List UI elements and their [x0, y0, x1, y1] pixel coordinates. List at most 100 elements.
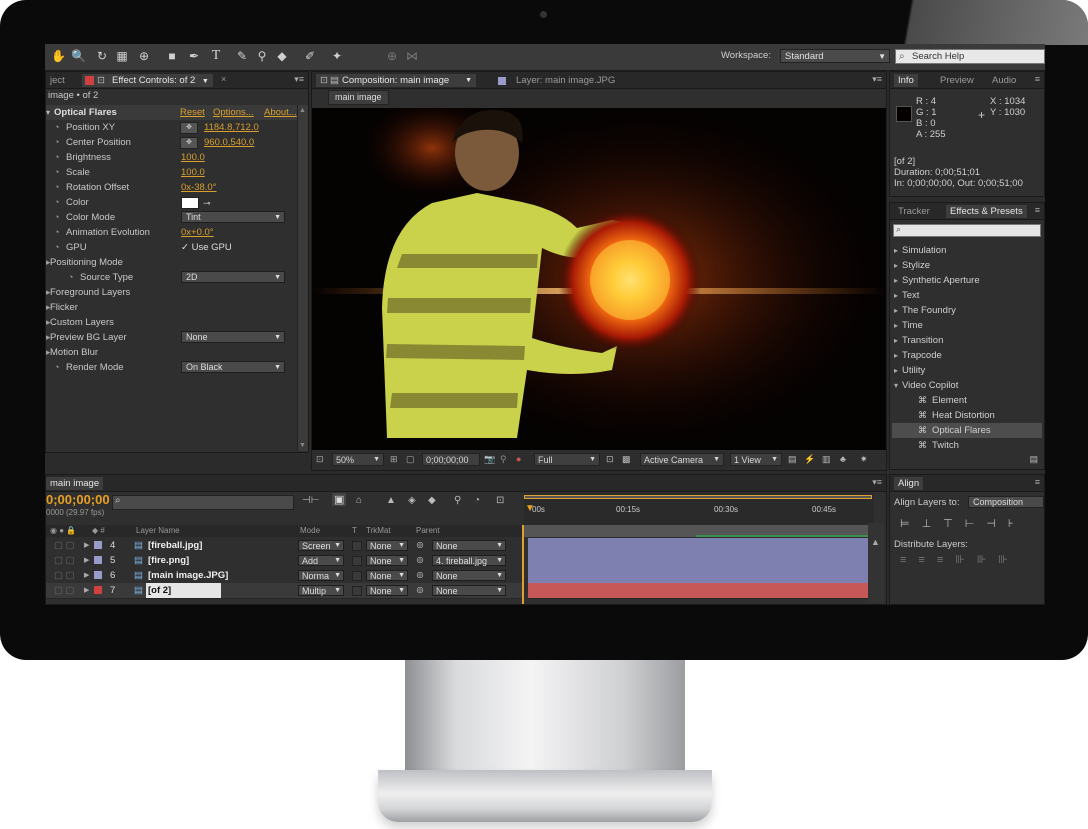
current-time-field[interactable]: 0;00;00;00 — [422, 453, 480, 466]
visibility-toggle[interactable]: ▢ ▢ — [54, 583, 75, 598]
property-value[interactable]: 1184.8,712.0 — [204, 120, 259, 135]
timeline-layer-row[interactable]: ▢ ▢ ▶ 6 ▤ [main image.JPG] Norma ▼ None ▼ ⊚ None ▼ — [46, 568, 522, 584]
stopwatch-icon[interactable]: ◔ — [474, 495, 480, 506]
property-dropdown[interactable]: Tint ▼ — [181, 211, 285, 223]
pick-whip-icon[interactable]: ⊚ — [416, 538, 424, 553]
tab-preview[interactable]: Preview — [936, 74, 978, 87]
visibility-toggle[interactable]: ▢ ▢ — [54, 568, 75, 583]
close-icon[interactable]: × — [221, 74, 226, 84]
preserve-transparency-checkbox[interactable] — [352, 586, 362, 596]
property-value[interactable]: 0x-38.0° — [181, 180, 217, 195]
brainstorm-icon[interactable]: ◆ — [428, 495, 436, 506]
effect-property-row[interactable]: ◔ Color Mode Tint ▼ — [46, 210, 296, 225]
pick-whip-icon[interactable]: ⊚ — [416, 553, 424, 568]
effect-property-row[interactable]: ◔ Brightness 100.0 — [46, 150, 296, 165]
camera-tool-icon[interactable]: ▦ — [115, 48, 129, 64]
stopwatch-icon[interactable]: ◔ — [54, 240, 59, 255]
rotate-tool-icon[interactable]: ↻ — [95, 48, 109, 64]
grid-icon[interactable]: ⊞ — [390, 454, 398, 465]
tab-timeline[interactable]: main image — [46, 477, 104, 490]
eyedropper-icon[interactable]: ⊸ — [203, 196, 211, 211]
tab-project[interactable]: ject — [46, 74, 69, 87]
layer-duration-bar[interactable] — [528, 583, 868, 599]
composition-viewer[interactable] — [312, 108, 886, 450]
effect-controls-scrollbar[interactable]: ▲ ▼ — [297, 105, 308, 451]
axis-mode-icon[interactable]: ⊕ — [385, 48, 399, 64]
collapsed-triangle-icon[interactable]: ▸ — [894, 303, 898, 318]
effect-property-row[interactable]: ▸ Motion Blur — [46, 345, 296, 360]
stopwatch-icon[interactable]: ◔ — [54, 195, 59, 210]
align-target-select[interactable]: Composition — [968, 496, 1044, 508]
search-help-input[interactable]: ⌕ Search Help — [895, 49, 1045, 64]
parent-select[interactable]: None ▼ — [432, 585, 506, 596]
panel-menu-icon[interactable]: ▾≡ — [872, 74, 882, 85]
timeline-layer-row[interactable]: ▢ ▢ ▶ 5 ▤ [fire.png] Add ▼ None ▼ ⊚ 4. fireball.jp… — [46, 553, 522, 569]
timeline-timecode[interactable]: 0;00;00;00 — [46, 492, 110, 507]
col-parent[interactable]: Parent — [416, 525, 440, 537]
mask-icon[interactable]: ▢ — [406, 454, 415, 465]
hide-shy-layers-icon[interactable]: ⌂ — [356, 495, 362, 506]
panel-menu-icon[interactable]: ≡ — [1035, 205, 1040, 215]
label-color-swatch[interactable] — [94, 586, 102, 594]
show-snapshot-icon[interactable]: ⚲ — [500, 454, 507, 465]
region-of-interest-icon[interactable]: ⊡ — [606, 454, 614, 465]
track-matte-select[interactable]: None ▼ — [366, 570, 408, 581]
use-gpu-checkbox[interactable]: ✓ Use GPU — [181, 240, 232, 255]
preset-folder[interactable]: ▸ Stylize — [892, 258, 1042, 273]
property-value[interactable]: 960.0,540.0 — [204, 135, 254, 150]
effect-property-row[interactable]: ◔ Animation Evolution 0x+0.0° — [46, 225, 296, 240]
tab-audio[interactable]: Audio — [988, 74, 1020, 87]
tab-info[interactable]: Info — [894, 74, 918, 87]
expand-triangle-icon[interactable]: ▶ — [84, 583, 89, 598]
visibility-toggle[interactable]: ▢ ▢ — [54, 553, 75, 568]
stopwatch-icon[interactable]: ◔ — [68, 270, 73, 285]
motion-blur-icon[interactable]: ◈ — [408, 495, 416, 506]
reset-link[interactable]: Reset — [180, 105, 205, 120]
blend-mode-select[interactable]: Norma ▼ — [298, 570, 344, 581]
tab-composition[interactable]: ⊡ ▤ Composition: main image ▼ — [316, 74, 476, 87]
property-value[interactable]: 0x+0.0° — [181, 225, 214, 240]
hand-tool-icon[interactable]: ✋ — [51, 48, 66, 64]
effect-property-row[interactable]: ◔ Source Type 2D ▼ — [46, 270, 296, 285]
track-matte-select[interactable]: None ▼ — [366, 585, 408, 596]
collapsed-triangle-icon[interactable]: ▸ — [894, 243, 898, 258]
auto-keyframe-icon[interactable]: ⚲ — [454, 495, 461, 506]
camera-select[interactable]: Active Camera ▼ — [640, 453, 724, 466]
layer-name[interactable]: [fireball.jpg] — [148, 538, 202, 553]
flowchart-icon[interactable]: ♣ — [840, 454, 846, 464]
distribute-buttons-icon[interactable]: ≡≡≡⊪⊪⊪ — [900, 553, 1020, 566]
layer-duration-bar[interactable] — [528, 553, 868, 569]
scroll-up-icon[interactable]: ▲ — [299, 107, 306, 114]
effect-property-row[interactable]: ◔ Position XY ✥ 1184.8,712.0 — [46, 120, 296, 135]
effect-property-row[interactable]: ◔ Color ⊸ — [46, 195, 296, 210]
resolution-select[interactable]: Full ▼ — [534, 453, 600, 466]
preserve-transparency-checkbox[interactable] — [352, 541, 362, 551]
preset-folder[interactable]: ▸ Synthetic Aperture — [892, 273, 1042, 288]
transparency-grid-icon[interactable]: ▩ — [622, 454, 631, 465]
stopwatch-icon[interactable]: ◔ — [54, 210, 59, 225]
effect-property-row[interactable]: ◔ Render Mode On Black ▼ — [46, 360, 296, 375]
about-link[interactable]: About... — [264, 105, 297, 120]
tab-effects-presets[interactable]: Effects & Presets — [946, 205, 1027, 218]
effect-icon[interactable]: ⌘ — [918, 393, 927, 408]
timeline-scrollbar[interactable]: ▲ — [868, 523, 884, 603]
property-dropdown[interactable]: On Black ▼ — [181, 361, 285, 373]
chevron-down-icon[interactable]: ▾ — [46, 105, 50, 120]
timeline-search-input[interactable]: ⌕ — [112, 495, 294, 510]
collapsed-triangle-icon[interactable]: ▸ — [894, 363, 898, 378]
effect-property-row[interactable]: ◔ Scale 100.0 — [46, 165, 296, 180]
layer-duration-bar[interactable] — [528, 568, 868, 584]
pen-tool-icon[interactable]: ✒ — [187, 48, 201, 64]
stopwatch-icon[interactable]: ◔ — [54, 225, 59, 240]
col-mode[interactable]: Mode — [300, 525, 320, 537]
effect-property-row[interactable]: ◔ Center Position ✥ 960.0,540.0 — [46, 135, 296, 150]
preset-folder[interactable]: ▸ Simulation — [892, 243, 1042, 258]
stopwatch-icon[interactable]: ◔ — [54, 360, 59, 375]
playhead-icon[interactable]: ▼ — [525, 503, 535, 514]
layer-name[interactable]: [fire.png] — [148, 553, 189, 568]
preserve-transparency-checkbox[interactable] — [352, 556, 362, 566]
timeline-layer-row[interactable]: ▢ ▢ ▶ 4 ▤ [fireball.jpg] Screen ▼ None ▼ ⊚ None ▼ — [46, 538, 522, 554]
timeline-layer-row[interactable]: ▢ ▢ ▶ 7 ▤ [of 2] Multip ▼ None ▼ ⊚ None ▼ — [46, 583, 522, 599]
checkbox-checked-icon[interactable]: ✓ — [181, 242, 189, 253]
tab-layer[interactable]: Layer: main image.JPG — [494, 74, 619, 87]
